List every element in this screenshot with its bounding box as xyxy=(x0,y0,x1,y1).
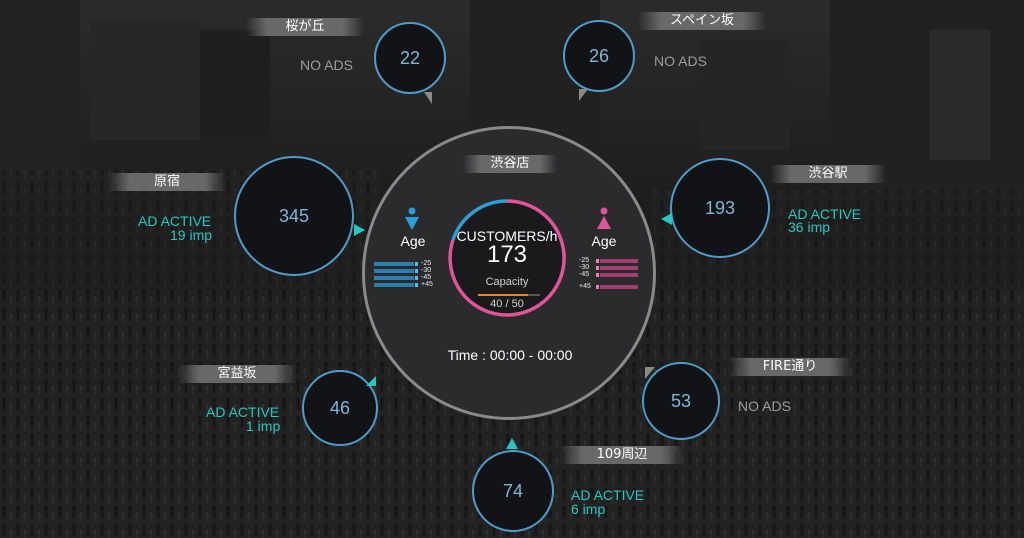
ad-status-109: AD ACTIVE xyxy=(571,487,645,503)
male-age-bar xyxy=(374,269,414,273)
female-age-bar-end xyxy=(596,259,599,263)
female-age-bar xyxy=(600,285,638,289)
male-age-bar-end xyxy=(415,283,418,287)
location-label-harajuku: 原宿 xyxy=(108,173,226,191)
pointer-icon xyxy=(579,89,588,101)
male-age-group: -30 xyxy=(421,267,432,274)
customer-count: 345 xyxy=(278,205,310,226)
impressions-harajuku: 19 imp xyxy=(170,227,213,243)
pointer-icon xyxy=(506,438,518,449)
male-age-bar-end xyxy=(415,276,418,280)
female-age-group: -45 xyxy=(579,271,590,278)
male-age-bar-end xyxy=(415,262,418,266)
female-age-group: -25 xyxy=(579,257,590,264)
male-age-group: +45 xyxy=(421,281,433,288)
customer-count: 193 xyxy=(704,197,736,218)
impressions-shibuya-station: 36 imp xyxy=(788,219,831,235)
capacity-label: Capacity xyxy=(485,276,529,288)
capacity-bar-track xyxy=(478,294,540,296)
pointer-icon xyxy=(661,213,672,225)
female-icon xyxy=(597,207,611,229)
customers-per-hour-value: 173 xyxy=(486,241,528,268)
male-age-bar xyxy=(374,276,414,280)
location-bubble-harajuku[interactable]: 345 xyxy=(234,156,354,276)
customer-count: 26 xyxy=(588,45,610,66)
pointer-icon xyxy=(354,224,365,236)
male-age-group: -45 xyxy=(421,274,432,281)
ad-status-spain-zaka: NO ADS xyxy=(654,53,707,69)
female-age-bar xyxy=(600,266,638,270)
male-age-bar-end xyxy=(415,269,418,273)
location-label-miyamasuzaka: 宮益坂 xyxy=(178,365,296,383)
female-age-bar-end xyxy=(596,285,599,289)
location-bubble-shibuya-station[interactable]: 193 xyxy=(670,158,770,258)
female-age-group: +45 xyxy=(579,283,591,290)
ad-status-sakuragaoka: NO ADS xyxy=(300,57,353,73)
impressions-109: 6 imp xyxy=(571,501,606,517)
male-age-label: Age xyxy=(400,233,426,249)
ad-status-harajuku: AD ACTIVE xyxy=(138,213,212,229)
female-age-group: -30 xyxy=(579,264,590,271)
store-name-label: 渋谷店 xyxy=(463,155,557,173)
location-label-spain-zaka: スペイン坂 xyxy=(638,12,766,30)
location-label-shibuya-station: 渋谷駅 xyxy=(770,165,886,183)
location-bubble-109[interactable]: 74 xyxy=(472,450,554,532)
customer-count: 46 xyxy=(329,397,351,418)
customer-count: 74 xyxy=(502,480,524,501)
female-age-bar xyxy=(600,273,638,277)
pointer-icon xyxy=(366,376,376,386)
customer-count: 53 xyxy=(670,390,692,411)
location-bubble-sakuragaoka[interactable]: 22 xyxy=(374,22,446,94)
location-label-fire-dori: FIRE通り xyxy=(728,358,852,376)
female-age-bar-end xyxy=(596,273,599,277)
location-label-109: 109周辺 xyxy=(560,446,684,464)
pointer-icon xyxy=(645,367,655,379)
male-age-bar xyxy=(374,283,414,287)
location-bubble-spain-zaka[interactable]: 26 xyxy=(563,20,635,92)
male-age-group: -25 xyxy=(421,260,432,267)
male-age-bar xyxy=(374,262,414,266)
time-range-text: Time : 00:00 - 00:00 xyxy=(447,347,573,363)
pointer-icon xyxy=(424,92,432,104)
capacity-value: 40 / 50 xyxy=(490,298,524,310)
ad-status-miyamasuzaka: AD ACTIVE xyxy=(206,404,280,420)
customer-count: 22 xyxy=(399,47,421,68)
location-label-sakuragaoka: 桜が丘 xyxy=(246,18,364,36)
female-age-label: Age xyxy=(591,233,617,249)
ad-status-fire-dori: NO ADS xyxy=(738,398,791,414)
female-age-bar xyxy=(600,259,638,263)
male-icon xyxy=(405,207,419,230)
capacity-bar-fill xyxy=(478,294,528,296)
impressions-miyamasuzaka: 1 imp xyxy=(246,418,281,434)
female-age-bar-end xyxy=(596,266,599,270)
